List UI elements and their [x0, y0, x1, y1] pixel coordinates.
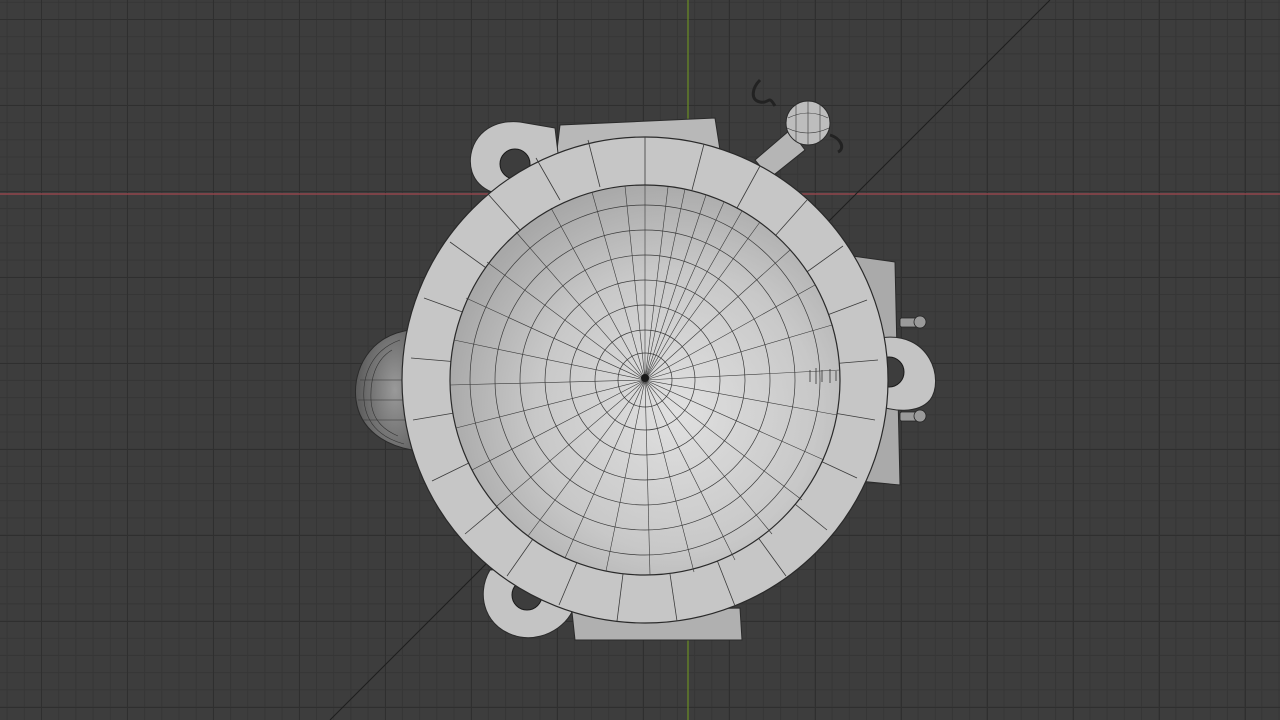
viewport-scene[interactable]	[0, 0, 1280, 720]
mesh-model[interactable]	[354, 78, 937, 641]
bowl-center-vertex	[641, 374, 649, 382]
valve-knob	[751, 78, 844, 179]
3d-viewport[interactable]	[0, 0, 1280, 720]
